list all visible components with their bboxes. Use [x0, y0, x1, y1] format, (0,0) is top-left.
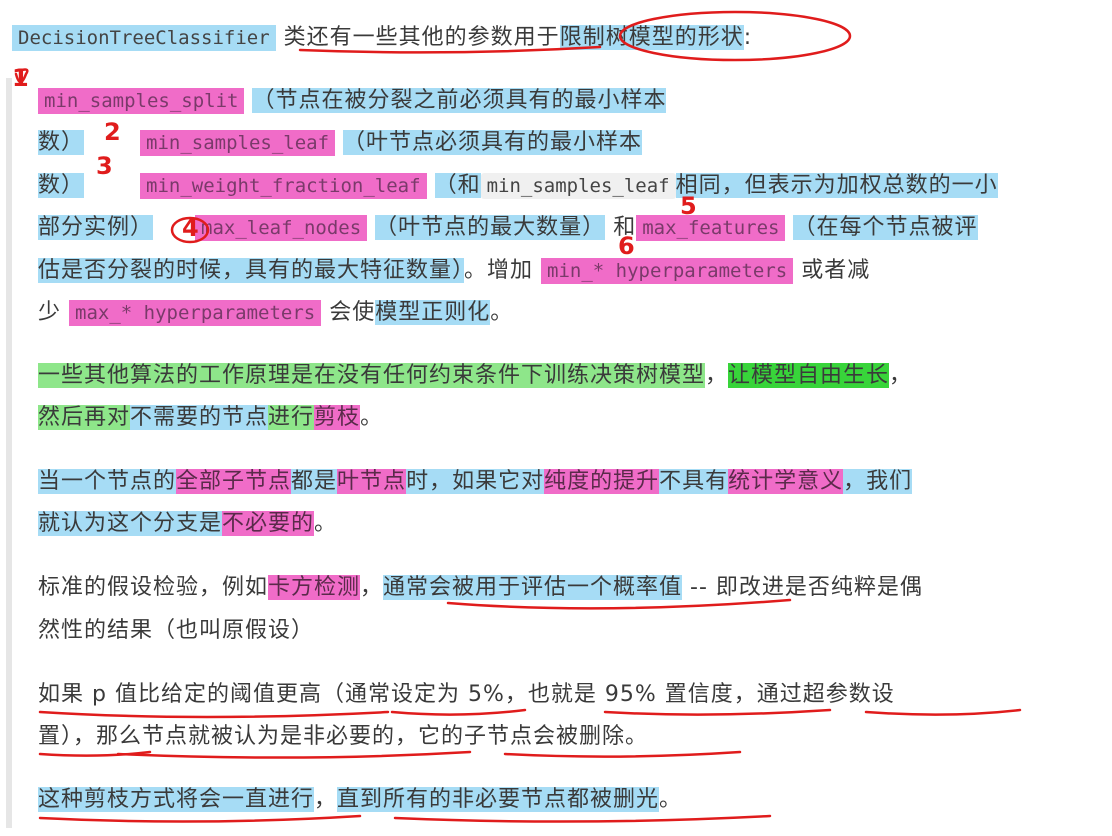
param-line-5: 估是否分裂的时候，具有的最大特征数量）。增加 min_* hyperparame…: [38, 254, 870, 288]
para3-line-2: 就认为这个分支是不必要的。: [38, 507, 337, 541]
inline-code-min-samples-split: min_samples_split: [38, 88, 245, 114]
text: 或者减: [801, 258, 871, 283]
text: 少: [38, 300, 62, 325]
text: 置），那么节点就被认为是非必要的，它的子节点会被删除。: [38, 724, 649, 749]
text: ，: [360, 575, 384, 600]
highlight-pink: 叶节点: [337, 469, 407, 494]
inline-code-min-weight-fraction-leaf: min_weight_fraction_leaf: [140, 173, 427, 199]
text: 会使: [329, 300, 376, 325]
text: 然性的结果（也叫原假设）: [38, 618, 315, 643]
param-line-1: min_samples_split （节点在被分裂之前必须具有的最小样本: [38, 84, 667, 118]
param-line-6: 少 max_* hyperparameters 会使模型正则化。: [38, 296, 513, 330]
para4-line-1: 标准的假设检验，例如卡方检测，通常会被用于评估一个概率值 -- 即改进是否纯粹是…: [38, 571, 923, 605]
para2-line-2: 然后再对不需要的节点进行剪枝。: [38, 401, 383, 435]
highlight-green: 然后再对: [38, 405, 131, 430]
param-line-2: 数） min_samples_leaf （叶节点必须具有的最小样本: [38, 126, 643, 160]
highlight-blue: 当一个节点的: [38, 469, 177, 494]
highlight-dark-green: 让模型自由生长: [728, 363, 890, 388]
text: 。: [314, 511, 338, 536]
highlight-blue: （和: [434, 173, 481, 198]
highlight-blue: 通常会被用于评估一个概率值: [383, 575, 683, 600]
highlight-blue: 不需要的节点: [130, 405, 269, 430]
underline-p5-a: [38, 710, 390, 719]
mark-number: 6: [618, 232, 635, 260]
highlight-blue: 直到所有的非必要节点都被删光: [337, 787, 660, 812]
highlight-blue: 部分实例）: [38, 215, 154, 240]
para5-line-1: 如果 p 值比给定的阈值更高（通常设定为 5%，也就是 95% 置信度，通过超参…: [38, 678, 895, 712]
text: :: [743, 25, 753, 50]
highlight-blue: 模型正则化: [375, 300, 491, 325]
highlight-blue: （叶节点的最大数量）: [375, 215, 606, 240]
highlight-pink: 全部子节点: [176, 469, 292, 494]
mark-number: 3: [96, 152, 113, 180]
para3-line-1: 当一个节点的全部子节点都是叶节点时，如果它对纯度的提升不具有统计学意义，我们: [38, 465, 913, 499]
mark-number: 1: [12, 64, 29, 92]
text: ，: [889, 363, 913, 388]
inline-code-max-hp: max_* hyperparameters: [69, 300, 322, 326]
text: 。: [659, 787, 683, 812]
text: 如果 p 值比给定的阈值更高（通常设定为 5%，也就是 95% 置信度，通过超参…: [38, 682, 895, 707]
mark-number: 2: [104, 118, 121, 146]
text: ，: [314, 787, 338, 812]
inline-code: DecisionTreeClassifier: [12, 25, 276, 51]
intro-line: DecisionTreeClassifier 类还有一些其他的参数用于限制树模型…: [12, 21, 752, 55]
text: 。: [360, 405, 384, 430]
para4-line-2: 然性的结果（也叫原假设）: [38, 614, 314, 648]
inline-code-ref: min_samples_leaf: [480, 173, 676, 199]
inline-code-min-hp: min_* hyperparameters: [541, 258, 794, 284]
highlight-pink: 纯度的提升: [544, 469, 660, 494]
text: 。: [490, 300, 514, 325]
text: 标准的假设检验，例如: [38, 575, 269, 600]
highlight-blue: （叶节点必须具有的最小样本: [343, 130, 643, 155]
highlight-blue: （节点在被分裂之前必须具有的最小样本: [252, 88, 667, 113]
blockquote-bar: [6, 78, 12, 828]
highlight-blue: ，我们: [843, 469, 913, 494]
highlight-blue: 这种剪枝方式将会一直进行: [38, 787, 315, 812]
para2-line-1: 一些其他算法的工作原理是在没有任何约束条件下训练决策树模型，让模型自由生长，: [38, 359, 912, 393]
highlight-blue: 估是否分裂的时候，具有的最大特征数量）: [38, 258, 465, 283]
highlight-green: 一些其他算法的工作原理是在没有任何约束条件下训练决策树模型: [38, 363, 706, 388]
param-line-4: 部分实例） max_leaf_nodes （叶节点的最大数量） 和 max_fea…: [38, 211, 978, 245]
highlight-pink: 统计学意义: [728, 469, 844, 494]
highlight-pink: 剪枝: [314, 405, 361, 430]
highlight-blue: 但表示为加权总数的一小: [744, 173, 998, 198]
highlight-pink: 不必要的: [222, 511, 315, 536]
highlight-blue: 都是: [291, 469, 338, 494]
highlight-blue: 数）: [38, 173, 85, 198]
highlight-blue: 不具有: [659, 469, 729, 494]
inline-code-max-features: max_features: [636, 215, 786, 241]
mark-number: 4: [182, 214, 199, 242]
text: -- 即改进是否纯粹是偶: [682, 575, 923, 600]
highlight-blue: 时，如果它对: [406, 469, 545, 494]
highlight-blue: 就认为这个分支是: [38, 511, 223, 536]
highlight-blue: （在每个节点被评: [793, 215, 978, 240]
highlight-pink: 卡方检测: [268, 575, 361, 600]
mark-number: 5: [680, 192, 697, 220]
text: 。增加: [464, 258, 534, 283]
highlight-blue: 限制树模型的形状: [559, 25, 744, 50]
param-line-3: 数） min_weight_fraction_leaf （和 min_sample…: [38, 169, 998, 203]
highlight-blue: 数）: [38, 130, 85, 155]
inline-code-max-leaf-nodes: max_leaf_nodes: [195, 215, 368, 241]
text: ，: [705, 363, 729, 388]
para6-line-1: 这种剪枝方式将会一直进行，直到所有的非必要节点都被删光。: [38, 783, 682, 817]
text: 类还有一些其他的参数用于: [283, 25, 560, 50]
inline-code-min-samples-leaf: min_samples_leaf: [140, 130, 336, 156]
highlight-green: 进行: [268, 405, 315, 430]
para5-line-2: 置），那么节点就被认为是非必要的，它的子节点会被删除。: [38, 720, 648, 754]
